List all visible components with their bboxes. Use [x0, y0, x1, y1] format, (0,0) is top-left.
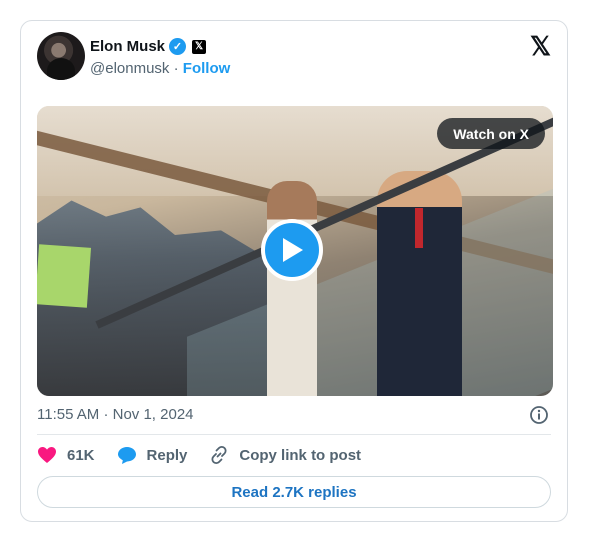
handle-separator: · — [173, 60, 179, 77]
avatar[interactable] — [37, 32, 85, 80]
post-date: Nov 1, 2024 — [112, 406, 194, 423]
author-name[interactable]: Elon Musk — [90, 38, 165, 55]
info-icon[interactable] — [529, 405, 549, 430]
read-replies-button[interactable]: Read 2.7K replies — [37, 476, 551, 508]
link-icon — [211, 445, 227, 465]
scene-person-right — [377, 171, 462, 396]
post-time: 11:55 AM — [37, 406, 100, 423]
scene-tie — [415, 208, 423, 248]
verified-badge-icon: ✓ — [169, 38, 187, 55]
reply-label: Reply — [146, 446, 188, 464]
tweet-card: Elon Musk ✓ 𝕏 @elonmusk · Follow 𝕏 Watch… — [20, 20, 568, 522]
timestamp-separator: · — [103, 406, 109, 423]
heart-icon — [38, 447, 56, 463]
scene-person-left — [267, 181, 317, 396]
like-button[interactable]: 61K — [37, 446, 95, 464]
play-icon — [283, 238, 303, 262]
author-handle-row: @elonmusk · Follow — [90, 60, 230, 77]
copy-link-button[interactable]: Copy link to post — [209, 445, 361, 465]
copy-link-label: Copy link to post — [239, 446, 362, 464]
follow-button[interactable]: Follow — [183, 60, 231, 77]
scene-sign — [37, 244, 92, 308]
author-handle[interactable]: @elonmusk — [90, 60, 169, 77]
x-affiliate-icon: 𝕏 — [192, 39, 207, 54]
x-logo-icon[interactable]: 𝕏 — [530, 33, 551, 59]
play-button[interactable] — [261, 219, 323, 281]
watch-on-x-button[interactable]: Watch on X — [437, 118, 545, 149]
post-timestamp[interactable]: 11:55 AM · Nov 1, 2024 — [37, 406, 194, 423]
author-name-row: Elon Musk ✓ 𝕏 — [90, 38, 207, 55]
like-count: 61K — [67, 446, 95, 464]
reply-bubble-icon — [117, 446, 136, 464]
divider — [37, 434, 551, 435]
reply-button[interactable]: Reply — [117, 446, 188, 465]
action-bar: 61K Reply Copy link to post — [37, 445, 383, 465]
video-thumbnail[interactable]: Watch on X — [37, 106, 553, 396]
